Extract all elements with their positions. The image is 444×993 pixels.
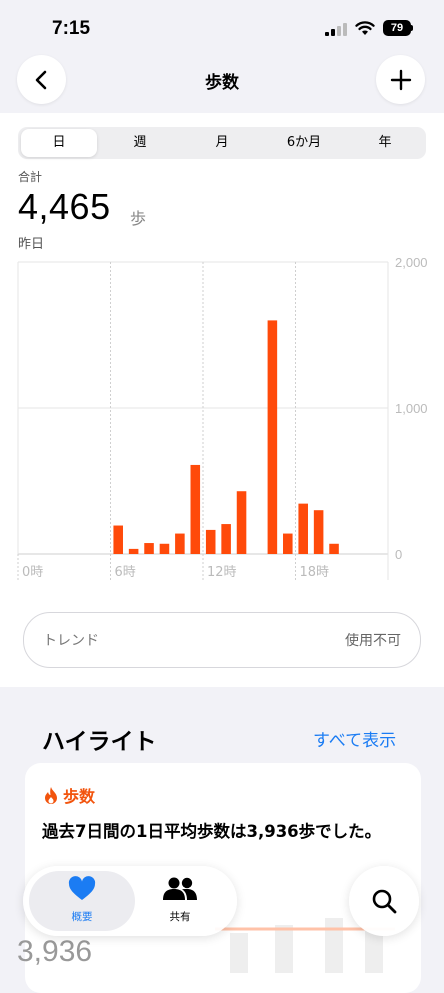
trend-button[interactable]: トレンド 使用不可 bbox=[23, 612, 421, 668]
x-tick-label: 6時 bbox=[115, 565, 136, 580]
segment-month[interactable]: 月 bbox=[183, 129, 261, 157]
trend-value: 使用不可 bbox=[345, 633, 401, 649]
y-tick-label: 1,000 bbox=[395, 401, 428, 416]
total-label: 合計 bbox=[18, 170, 43, 184]
tab-summary-label: 概要 bbox=[71, 911, 93, 923]
chart-bar bbox=[159, 543, 170, 554]
chart-bar bbox=[175, 533, 185, 554]
add-data-button[interactable] bbox=[376, 55, 425, 104]
segment-day[interactable]: 日 bbox=[21, 129, 97, 157]
plus-icon bbox=[390, 69, 411, 90]
battery-tip bbox=[411, 25, 413, 31]
tab-sharing[interactable]: 共有 bbox=[127, 876, 233, 924]
chart-bar bbox=[298, 503, 308, 554]
highlight-category: 歩数 bbox=[43, 783, 95, 807]
segment-week[interactable]: 週 bbox=[101, 129, 179, 157]
flame-icon bbox=[45, 786, 57, 804]
battery-indicator: 79 bbox=[383, 20, 411, 36]
tab-summary[interactable]: 概要 bbox=[29, 876, 135, 924]
highlights-title: ハイライト bbox=[42, 729, 157, 755]
highlight-value: 3,936 bbox=[17, 935, 93, 968]
cellular-signal-icon bbox=[325, 23, 347, 36]
chart-bar bbox=[113, 525, 123, 554]
total-value: 4,465 bbox=[18, 186, 111, 227]
trend-label: トレンド bbox=[43, 633, 99, 649]
y-tick-label: 0 bbox=[395, 547, 402, 562]
tab-sharing-label: 共有 bbox=[169, 911, 191, 923]
chart-bar bbox=[236, 491, 247, 554]
chart-bar bbox=[267, 320, 278, 554]
wifi-icon bbox=[355, 21, 375, 35]
x-tick-label: 18時 bbox=[300, 565, 330, 580]
x-tick-label: 0時 bbox=[22, 565, 43, 580]
search-icon bbox=[372, 889, 397, 914]
y-tick-label: 2,000 bbox=[395, 255, 428, 270]
highlight-text: 過去7日間の1日平均歩数は3,936歩でした。 bbox=[42, 822, 382, 841]
period-segmented-control: 日 週 月 6か月 年 bbox=[18, 127, 426, 159]
chart-bar bbox=[283, 533, 293, 554]
status-bar: 7:15 79 bbox=[0, 0, 444, 50]
people-icon bbox=[163, 877, 197, 900]
chart-bar bbox=[144, 543, 154, 554]
heart-icon bbox=[68, 876, 96, 900]
status-time: 7:15 bbox=[52, 18, 91, 39]
steps-bar-chart[interactable]: 2,000 1,000 0 0時 6時 12時 18時 bbox=[0, 250, 444, 590]
chart-bar bbox=[313, 510, 324, 554]
chart-bar bbox=[329, 543, 339, 554]
chart-bar bbox=[128, 548, 139, 554]
search-button[interactable] bbox=[349, 866, 419, 936]
total-unit: 歩 bbox=[130, 209, 147, 228]
highlight-category-label: 歩数 bbox=[63, 787, 96, 806]
chart-bar bbox=[221, 524, 231, 554]
show-all-link[interactable]: すべて表示 bbox=[313, 726, 396, 751]
x-tick-label: 12時 bbox=[207, 565, 237, 580]
chart-bar bbox=[205, 529, 216, 554]
segment-year[interactable]: 年 bbox=[347, 129, 423, 157]
chart-bar bbox=[190, 464, 201, 554]
segment-6months[interactable]: 6か月 bbox=[265, 129, 343, 157]
tab-bar: 概要 共有 bbox=[23, 866, 237, 936]
